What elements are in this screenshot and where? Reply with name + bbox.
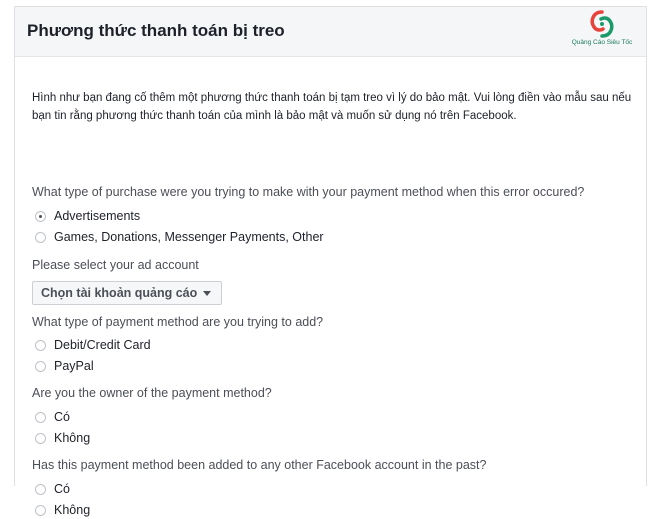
option-label: PayPal [54, 359, 94, 373]
card-header: Phương thức thanh toán bị treo Quảng Cáo… [15, 7, 646, 57]
intro-text: Hình như bạn đang cố thêm một phương thứ… [32, 92, 632, 122]
option-label: Không [54, 431, 91, 445]
radio-button[interactable] [35, 210, 46, 222]
ad-account-select[interactable]: Chọn tài khoản quảng cáo [32, 281, 223, 305]
radio-option-added-yes[interactable]: Có [35, 480, 70, 498]
option-label: Games, Donations, Messenger Payments, Ot… [54, 230, 324, 244]
radio-option-added-no[interactable]: Không [35, 501, 90, 519]
question-owner: Are you the owner of the payment method? [32, 386, 272, 400]
radio-option-debit-credit[interactable]: Debit/Credit Card [35, 336, 151, 354]
logo-text: Quảng Cáo Siêu Tốc [571, 39, 633, 46]
radio-button[interactable] [35, 504, 46, 516]
question-purchase-type: What type of purchase were you trying to… [32, 185, 585, 199]
option-label: Có [54, 410, 70, 424]
logo-swirl-icon [590, 10, 614, 38]
radio-button[interactable] [35, 231, 46, 243]
question-added-other-account: Has this payment method been added to an… [32, 458, 487, 472]
radio-button[interactable] [35, 483, 46, 495]
select-value: Chọn tài khoản quảng cáo [41, 286, 198, 300]
radio-button[interactable] [35, 339, 46, 351]
ad-account-label: Please select your ad account [32, 258, 199, 272]
radio-option-advertisements[interactable]: Advertisements [35, 207, 140, 225]
brand-logo: Quảng Cáo Siêu Tốc [566, 9, 638, 53]
page-title: Phương thức thanh toán bị treo [27, 21, 285, 40]
radio-button[interactable] [35, 432, 46, 444]
chevron-down-icon [203, 290, 212, 296]
radio-button[interactable] [35, 411, 46, 423]
option-label: Không [54, 503, 91, 517]
radio-button[interactable] [35, 360, 46, 372]
option-label: Debit/Credit Card [54, 338, 151, 352]
option-label: Có [54, 482, 70, 496]
radio-option-owner-no[interactable]: Không [35, 429, 90, 447]
payment-form-card: Phương thức thanh toán bị treo Quảng Cáo… [14, 6, 647, 517]
radio-option-owner-yes[interactable]: Có [35, 408, 70, 426]
question-payment-method-type: What type of payment method are you tryi… [32, 315, 324, 329]
radio-option-games-other[interactable]: Games, Donations, Messenger Payments, Ot… [35, 228, 324, 246]
option-label: Advertisements [54, 209, 141, 223]
radio-option-paypal[interactable]: PayPal [35, 357, 94, 375]
